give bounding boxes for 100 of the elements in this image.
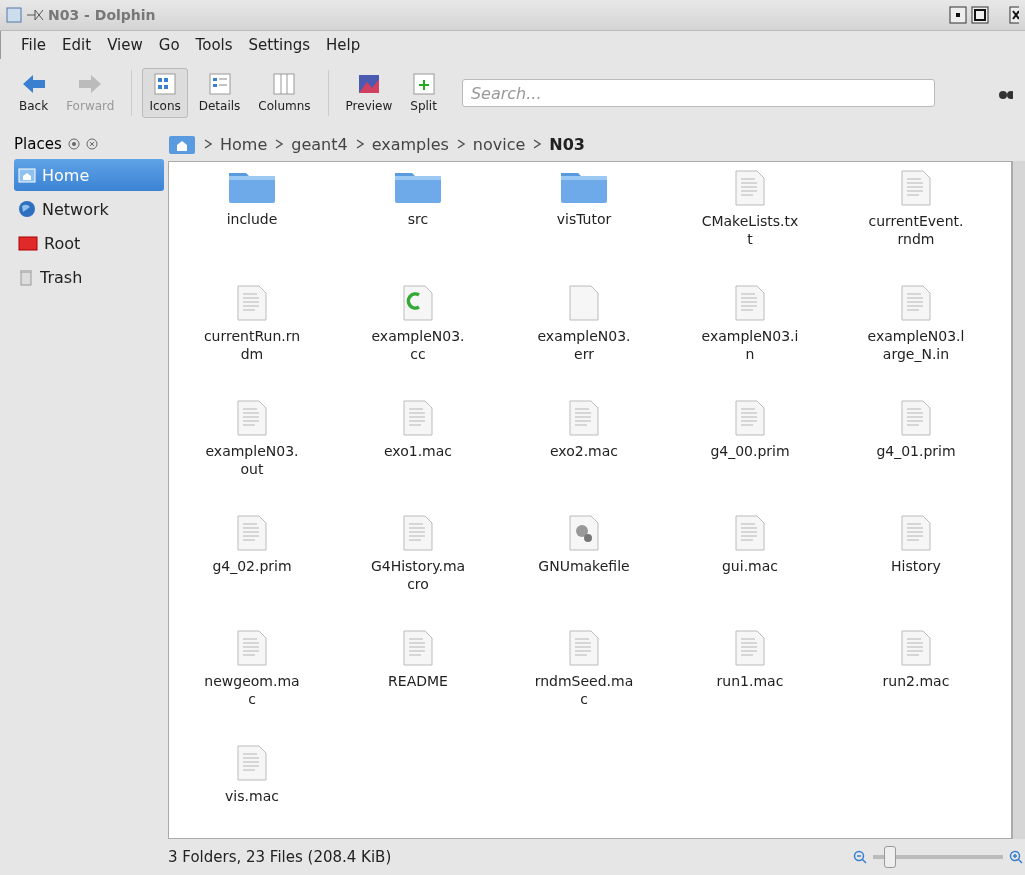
file-name[interactable]: run1.mac: [700, 672, 800, 690]
text-file-icon: [237, 285, 267, 321]
file-name[interactable]: History: [866, 557, 966, 575]
text-file-icon: [901, 515, 931, 551]
slider-thumb[interactable]: [883, 846, 896, 868]
file-name[interactable]: gui.mac: [700, 557, 800, 575]
text-file-icon: [403, 400, 433, 436]
file-name[interactable]: currentRun.rndm: [202, 327, 302, 363]
toolbar-button[interactable]: Preview: [338, 68, 400, 118]
panel-float-icon[interactable]: [67, 138, 80, 150]
globe-icon: [18, 200, 36, 218]
breadcrumb-item[interactable]: N03: [549, 134, 585, 154]
text-file-icon: [569, 400, 599, 436]
file-name[interactable]: run2.mac: [866, 672, 966, 690]
breadcrumb-item[interactable]: Home: [220, 134, 268, 154]
menu-item[interactable]: Help: [320, 34, 367, 56]
text-file-icon: [901, 400, 931, 436]
menu-item[interactable]: Go: [152, 34, 186, 56]
file-name[interactable]: include: [202, 210, 302, 228]
file-name[interactable]: visTutor: [534, 210, 634, 228]
window-title: N03 - Dolphin: [48, 7, 156, 23]
menu-item[interactable]: File: [15, 34, 53, 56]
text-file-icon: [569, 630, 599, 666]
folder-icon: [18, 235, 38, 251]
toolbar-button[interactable]: Icons: [142, 68, 188, 118]
toolbar-button[interactable]: Columns: [251, 68, 318, 118]
file-name[interactable]: README: [368, 672, 468, 690]
file-name[interactable]: exampleN03.err: [534, 327, 634, 363]
text-file-icon: [237, 400, 267, 436]
text-file-icon: [901, 285, 931, 321]
text-file-icon: [735, 285, 765, 321]
icons-view-icon: [154, 73, 177, 95]
text-file-icon: [237, 630, 267, 666]
file-name[interactable]: g4_01.prim: [866, 442, 966, 460]
menu-item[interactable]: View: [101, 34, 149, 56]
file-name[interactable]: vis.mac: [202, 787, 302, 805]
details-view-icon: [208, 73, 231, 95]
file-name[interactable]: exo1.mac: [368, 442, 468, 460]
text-file-icon: [735, 515, 765, 551]
file-name[interactable]: exampleN03.in: [700, 327, 800, 363]
text-file-icon: [901, 630, 931, 666]
file-name[interactable]: GNUmakefile: [534, 557, 634, 575]
close-icon[interactable]: [1009, 6, 1019, 24]
toolbar-button[interactable]: Details: [191, 68, 248, 118]
file-name[interactable]: g4_02.prim: [202, 557, 302, 575]
file-name[interactable]: exampleN03.cc: [368, 327, 468, 363]
file-name[interactable]: src: [368, 210, 468, 228]
menu-item[interactable]: Settings: [242, 34, 317, 56]
place-item[interactable]: Root: [14, 227, 164, 259]
home-folder-icon: [18, 167, 36, 183]
file-name[interactable]: exampleN03.out: [202, 442, 302, 478]
maximize-icon[interactable]: [971, 6, 989, 24]
file-name[interactable]: g4_00.prim: [700, 442, 800, 460]
toolbar-button[interactable]: Back: [12, 68, 56, 118]
minimize-icon[interactable]: [949, 6, 967, 24]
menu-item[interactable]: Tools: [189, 34, 239, 56]
file-name[interactable]: CMakeLists.txt: [700, 212, 800, 248]
text-file-icon: [403, 630, 433, 666]
preview-icon: [357, 73, 380, 95]
toolbar-button[interactable]: Split: [403, 68, 444, 118]
chevron-icon: [355, 139, 364, 149]
file-name[interactable]: newgeom.mac: [202, 672, 302, 708]
scrollbar[interactable]: [1012, 161, 1025, 839]
chevron-icon: [275, 139, 284, 149]
chevron-icon: [456, 139, 465, 149]
cpp-file-icon: [403, 285, 433, 321]
status-text: 3 Folders, 23 Files (208.4 KiB): [168, 848, 392, 866]
panel-title: Places: [14, 135, 62, 153]
folder-icon: [394, 170, 442, 204]
file-name[interactable]: exo2.mac: [534, 442, 634, 460]
menu-item[interactable]: Edit: [56, 34, 98, 56]
file-name[interactable]: G4History.macro: [368, 557, 468, 593]
text-file-icon: [237, 745, 267, 781]
place-item[interactable]: Trash: [14, 261, 164, 293]
split-view-icon: [412, 73, 435, 95]
text-file-icon: [735, 630, 765, 666]
file-name[interactable]: rndmSeed.mac: [534, 672, 634, 708]
home-folder-icon[interactable]: [168, 133, 196, 155]
blank-file-icon: [569, 285, 599, 321]
text-file-icon: [237, 515, 267, 551]
place-item[interactable]: Network: [14, 193, 164, 225]
trash-icon: [18, 268, 34, 286]
text-file-icon: [403, 515, 433, 551]
breadcrumb-item[interactable]: novice: [472, 134, 526, 154]
zoom-out-icon[interactable]: [853, 850, 867, 864]
breadcrumb-item[interactable]: geant4: [291, 134, 348, 154]
zoom-in-icon[interactable]: [1009, 850, 1023, 864]
panel-close-icon[interactable]: [85, 138, 98, 150]
search-field[interactable]: Search...: [461, 79, 935, 107]
text-file-icon: [735, 170, 765, 206]
file-name[interactable]: exampleN03.large_N.in: [866, 327, 966, 363]
chevron-icon: [533, 139, 542, 149]
folder-icon: [228, 170, 276, 204]
chevron-icon: [204, 139, 212, 149]
columns-view-icon: [273, 73, 296, 95]
text-file-icon: [735, 400, 765, 436]
text-file-icon: [901, 170, 931, 206]
file-name[interactable]: currentEvent.rndm: [866, 212, 966, 248]
breadcrumb-item[interactable]: examples: [371, 134, 449, 154]
folder-icon: [560, 170, 608, 204]
